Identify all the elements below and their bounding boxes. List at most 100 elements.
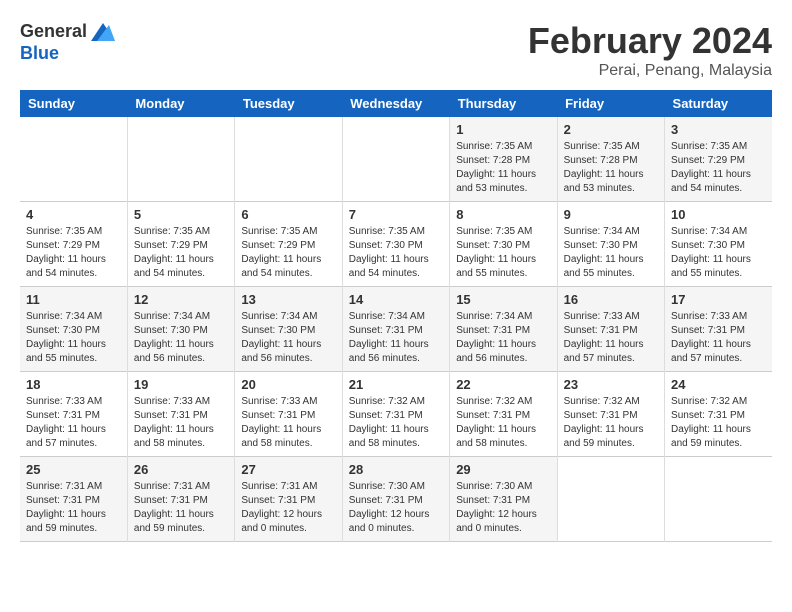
page-header: General Blue February 2024 Perai, Penang…	[20, 20, 772, 80]
day-info: Sunrise: 7:33 AM Sunset: 7:31 PM Dayligh…	[241, 395, 335, 451]
day-number: 9	[564, 207, 658, 222]
day-number: 18	[26, 377, 121, 392]
day-number: 7	[349, 207, 443, 222]
calendar-cell: 7 Sunrise: 7:35 AM Sunset: 7:30 PM Daylig…	[342, 202, 449, 287]
day-info: Sunrise: 7:35 AM Sunset: 7:29 PM Dayligh…	[671, 140, 766, 196]
day-number: 17	[671, 292, 766, 307]
day-info: Sunrise: 7:35 AM Sunset: 7:30 PM Dayligh…	[349, 225, 443, 281]
day-info: Sunrise: 7:35 AM Sunset: 7:29 PM Dayligh…	[241, 225, 335, 281]
calendar-cell: 2 Sunrise: 7:35 AM Sunset: 7:28 PM Daylig…	[557, 117, 664, 202]
day-number: 8	[456, 207, 550, 222]
day-number: 11	[26, 292, 121, 307]
month-year-title: February 2024	[528, 20, 772, 62]
day-info: Sunrise: 7:35 AM Sunset: 7:29 PM Dayligh…	[134, 225, 228, 281]
day-info: Sunrise: 7:32 AM Sunset: 7:31 PM Dayligh…	[456, 395, 550, 451]
calendar-header-friday: Friday	[557, 90, 664, 117]
day-info: Sunrise: 7:35 AM Sunset: 7:30 PM Dayligh…	[456, 225, 550, 281]
day-info: Sunrise: 7:31 AM Sunset: 7:31 PM Dayligh…	[134, 480, 228, 536]
calendar-cell: 28 Sunrise: 7:30 AM Sunset: 7:31 PM Dayli…	[342, 457, 449, 542]
calendar-cell: 24 Sunrise: 7:32 AM Sunset: 7:31 PM Dayli…	[665, 372, 772, 457]
day-number: 1	[456, 122, 550, 137]
calendar-cell: 12Sunrise: 7:34 AM Sunset: 7:30 PM Dayli…	[127, 287, 234, 372]
location-subtitle: Perai, Penang, Malaysia	[528, 62, 772, 80]
day-info: Sunrise: 7:31 AM Sunset: 7:31 PM Dayligh…	[241, 480, 335, 536]
day-info: Sunrise: 7:33 AM Sunset: 7:31 PM Dayligh…	[26, 395, 121, 451]
day-info: Sunrise: 7:32 AM Sunset: 7:31 PM Dayligh…	[671, 395, 766, 451]
calendar-cell: 3 Sunrise: 7:35 AM Sunset: 7:29 PM Daylig…	[665, 117, 772, 202]
day-info: Sunrise: 7:35 AM Sunset: 7:29 PM Dayligh…	[26, 225, 121, 281]
logo: General Blue	[20, 20, 115, 64]
calendar-cell	[235, 117, 342, 202]
day-info: Sunrise: 7:35 AM Sunset: 7:28 PM Dayligh…	[456, 140, 550, 196]
day-number: 3	[671, 122, 766, 137]
calendar-cell: 13Sunrise: 7:34 AM Sunset: 7:30 PM Dayli…	[235, 287, 342, 372]
calendar-cell: 20 Sunrise: 7:33 AM Sunset: 7:31 PM Dayli…	[235, 372, 342, 457]
calendar-week-row: 4 Sunrise: 7:35 AM Sunset: 7:29 PM Daylig…	[20, 202, 772, 287]
calendar-cell: 22 Sunrise: 7:32 AM Sunset: 7:31 PM Dayli…	[450, 372, 557, 457]
day-info: Sunrise: 7:35 AM Sunset: 7:28 PM Dayligh…	[564, 140, 658, 196]
day-number: 29	[456, 462, 550, 477]
calendar-cell: 21 Sunrise: 7:32 AM Sunset: 7:31 PM Dayli…	[342, 372, 449, 457]
day-number: 15	[456, 292, 550, 307]
calendar-cell: 11 Sunrise: 7:34 AM Sunset: 7:30 PM Dayli…	[20, 287, 127, 372]
day-number: 21	[349, 377, 443, 392]
calendar-cell: 17 Sunrise: 7:33 AM Sunset: 7:31 PM Dayli…	[665, 287, 772, 372]
day-info: Sunrise: 7:30 AM Sunset: 7:31 PM Dayligh…	[349, 480, 443, 536]
day-number: 20	[241, 377, 335, 392]
calendar-week-row: 11 Sunrise: 7:34 AM Sunset: 7:30 PM Dayli…	[20, 287, 772, 372]
day-number: 26	[134, 462, 228, 477]
calendar-cell: 27 Sunrise: 7:31 AM Sunset: 7:31 PM Dayli…	[235, 457, 342, 542]
day-number: 19	[134, 377, 228, 392]
day-number: 14	[349, 292, 443, 307]
calendar-week-row: 1 Sunrise: 7:35 AM Sunset: 7:28 PM Daylig…	[20, 117, 772, 202]
day-number: 4	[26, 207, 121, 222]
day-number: 2	[564, 122, 658, 137]
day-info: Sunrise: 7:31 AM Sunset: 7:31 PM Dayligh…	[26, 480, 121, 536]
day-info: Sunrise: 7:33 AM Sunset: 7:31 PM Dayligh…	[564, 310, 658, 366]
calendar-header-saturday: Saturday	[665, 90, 772, 117]
day-number: 28	[349, 462, 443, 477]
calendar-cell: 6 Sunrise: 7:35 AM Sunset: 7:29 PM Daylig…	[235, 202, 342, 287]
calendar-table: SundayMondayTuesdayWednesdayThursdayFrid…	[20, 90, 772, 542]
day-info: Sunrise: 7:32 AM Sunset: 7:31 PM Dayligh…	[349, 395, 443, 451]
calendar-cell: 16 Sunrise: 7:33 AM Sunset: 7:31 PM Dayli…	[557, 287, 664, 372]
calendar-cell: 18 Sunrise: 7:33 AM Sunset: 7:31 PM Dayli…	[20, 372, 127, 457]
day-number: 5	[134, 207, 228, 222]
calendar-cell: 8 Sunrise: 7:35 AM Sunset: 7:30 PM Daylig…	[450, 202, 557, 287]
day-number: 24	[671, 377, 766, 392]
day-info: Sunrise: 7:34 AM Sunset: 7:30 PM Dayligh…	[671, 225, 766, 281]
day-number: 6	[241, 207, 335, 222]
day-number: 16	[564, 292, 658, 307]
day-info: Sunrise: 7:34 AM Sunset: 7:30 PM Dayligh…	[241, 310, 335, 366]
logo-blue-text: Blue	[20, 44, 115, 64]
calendar-header-row: SundayMondayTuesdayWednesdayThursdayFrid…	[20, 90, 772, 117]
day-info: Sunrise: 7:32 AM Sunset: 7:31 PM Dayligh…	[564, 395, 658, 451]
calendar-week-row: 18 Sunrise: 7:33 AM Sunset: 7:31 PM Dayli…	[20, 372, 772, 457]
title-area: February 2024 Perai, Penang, Malaysia	[528, 20, 772, 80]
day-info: Sunrise: 7:34 AM Sunset: 7:30 PM Dayligh…	[26, 310, 121, 366]
calendar-header-monday: Monday	[127, 90, 234, 117]
day-info: Sunrise: 7:34 AM Sunset: 7:30 PM Dayligh…	[134, 310, 228, 366]
calendar-cell: 14 Sunrise: 7:34 AM Sunset: 7:31 PM Dayli…	[342, 287, 449, 372]
day-info: Sunrise: 7:34 AM Sunset: 7:30 PM Dayligh…	[564, 225, 658, 281]
logo-general-text: General	[20, 22, 87, 42]
calendar-cell: 26 Sunrise: 7:31 AM Sunset: 7:31 PM Dayli…	[127, 457, 234, 542]
calendar-cell	[20, 117, 127, 202]
calendar-cell: 15 Sunrise: 7:34 AM Sunset: 7:31 PM Dayli…	[450, 287, 557, 372]
logo-icon	[91, 20, 115, 44]
day-info: Sunrise: 7:33 AM Sunset: 7:31 PM Dayligh…	[671, 310, 766, 366]
calendar-cell: 1 Sunrise: 7:35 AM Sunset: 7:28 PM Daylig…	[450, 117, 557, 202]
calendar-header-tuesday: Tuesday	[235, 90, 342, 117]
calendar-cell	[665, 457, 772, 542]
calendar-header-sunday: Sunday	[20, 90, 127, 117]
day-info: Sunrise: 7:34 AM Sunset: 7:31 PM Dayligh…	[349, 310, 443, 366]
day-info: Sunrise: 7:34 AM Sunset: 7:31 PM Dayligh…	[456, 310, 550, 366]
calendar-week-row: 25Sunrise: 7:31 AM Sunset: 7:31 PM Dayli…	[20, 457, 772, 542]
calendar-cell	[342, 117, 449, 202]
calendar-cell: 19Sunrise: 7:33 AM Sunset: 7:31 PM Dayli…	[127, 372, 234, 457]
calendar-cell: 25Sunrise: 7:31 AM Sunset: 7:31 PM Dayli…	[20, 457, 127, 542]
calendar-cell: 9 Sunrise: 7:34 AM Sunset: 7:30 PM Daylig…	[557, 202, 664, 287]
day-number: 22	[456, 377, 550, 392]
calendar-cell: 5 Sunrise: 7:35 AM Sunset: 7:29 PM Daylig…	[127, 202, 234, 287]
day-number: 27	[241, 462, 335, 477]
